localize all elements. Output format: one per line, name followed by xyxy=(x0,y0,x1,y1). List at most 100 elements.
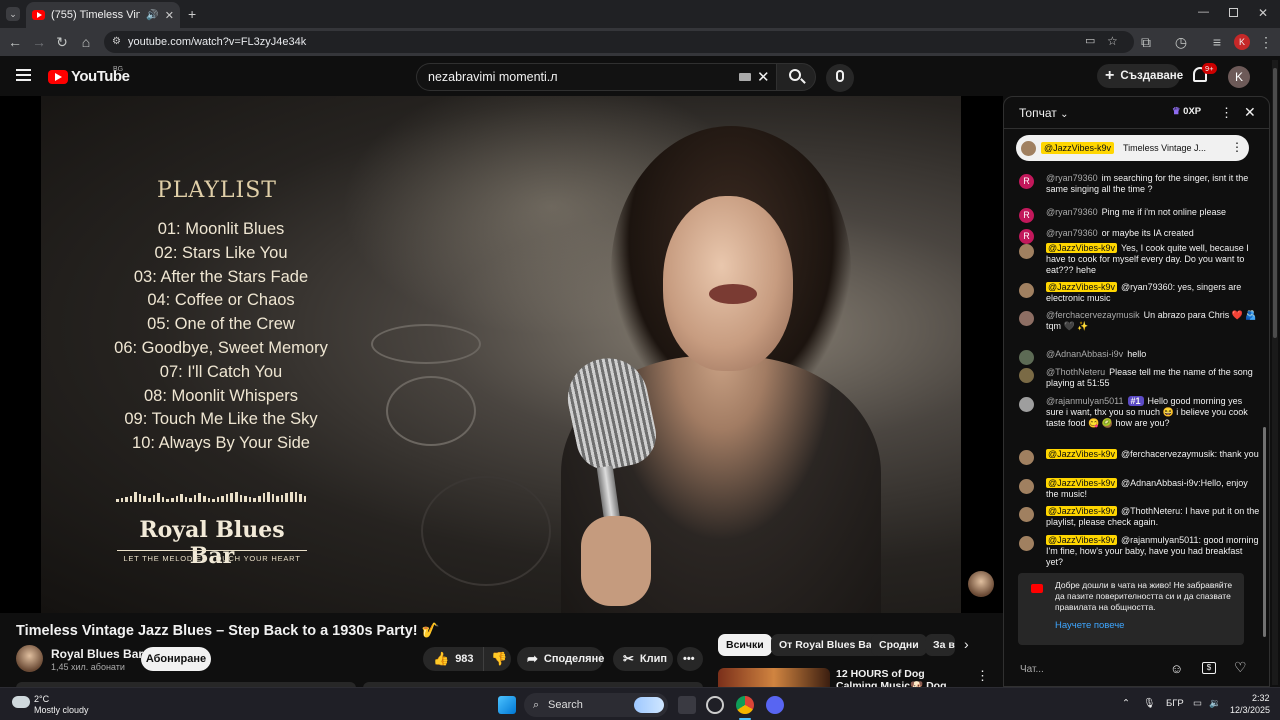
upnext-thumbnail[interactable] xyxy=(718,668,830,688)
weather-desc[interactable]: Mostly cloudy xyxy=(34,705,89,715)
super-chat-icon[interactable]: $ xyxy=(1202,662,1216,674)
chat-toggle-avatar[interactable] xyxy=(968,571,994,597)
chrome-icon[interactable] xyxy=(736,696,754,714)
tray-chevron-icon[interactable]: ⌃ xyxy=(1122,698,1130,709)
address-bar[interactable]: ⚙ youtube.com/watch?v=FL3zyJ4e34k ▭ ☆ xyxy=(104,31,1134,53)
chat-username[interactable]: @JazzVibes-k9v xyxy=(1046,535,1117,545)
chat-close-icon[interactable]: ✕ xyxy=(1244,104,1256,121)
upnext-title[interactable]: 12 HOURS of Dog Calming Music🐶 Dog Music… xyxy=(836,668,966,688)
upnext-menu-icon[interactable]: ⋮ xyxy=(976,668,989,684)
speaker-icon[interactable]: 🔊 xyxy=(146,10,158,21)
bookmark-star-icon[interactable]: ☆ xyxy=(1107,34,1118,48)
chat-username[interactable]: @ryan79360 xyxy=(1046,207,1098,217)
channel-name[interactable]: Royal Blues Bar xyxy=(51,647,143,661)
emoji-icon[interactable]: ☺ xyxy=(1170,661,1183,676)
tab-close-icon[interactable]: ✕ xyxy=(165,9,174,22)
chat-menu-icon[interactable]: ⋮ xyxy=(1220,105,1233,121)
start-icon[interactable] xyxy=(498,696,516,714)
tab-list-icon[interactable]: ⌄ xyxy=(6,7,20,21)
chat-avatar[interactable] xyxy=(1019,350,1034,365)
network-icon[interactable]: ▭ xyxy=(1193,698,1202,709)
chat-mode-dropdown[interactable]: Топчат ⌄ xyxy=(1019,106,1068,120)
chip-for-you[interactable]: За в xyxy=(925,634,955,656)
chip-from-channel[interactable]: От Royal Blues Bar xyxy=(771,634,884,656)
search-button[interactable] xyxy=(776,63,816,91)
pinned-message[interactable]: @JazzVibes-k9v Timeless Vintage J... ⋮ xyxy=(1016,135,1249,161)
chat-username[interactable]: @rajanmulyan5011 xyxy=(1046,396,1124,406)
chat-username[interactable]: @AdnanAbbasi-i9v xyxy=(1046,349,1123,359)
chips-next-icon[interactable]: › xyxy=(964,636,969,652)
chat-avatar[interactable] xyxy=(1019,479,1034,494)
window-close-icon[interactable]: ✕ xyxy=(1258,6,1268,20)
chat-username[interactable]: @ryan79360 xyxy=(1046,228,1098,238)
chat-username[interactable]: @JazzVibes-k9v xyxy=(1046,478,1117,488)
new-tab-icon[interactable]: + xyxy=(188,6,196,22)
chip-all[interactable]: Всички xyxy=(718,634,772,656)
chat-username[interactable]: @ferchacervezaymusik xyxy=(1046,310,1140,320)
heart-icon[interactable]: ♡ xyxy=(1234,659,1247,676)
youtube-logo-icon[interactable] xyxy=(48,70,68,84)
subscribe-button[interactable]: Абониране xyxy=(141,647,211,671)
weather-temp[interactable]: 2°C xyxy=(34,694,49,704)
volume-icon[interactable]: 🔉 xyxy=(1209,698,1221,709)
search-input[interactable]: nezabravimi momenti.л ✕ xyxy=(416,63,776,91)
page-scrollbar-thumb[interactable] xyxy=(1273,68,1277,338)
chat-avatar[interactable] xyxy=(1019,450,1034,465)
more-actions-button[interactable]: ••• xyxy=(677,647,703,671)
points-badge[interactable]: ♛ 0XP xyxy=(1172,106,1201,117)
reload-icon[interactable]: ↻ xyxy=(54,34,70,50)
input-language[interactable]: БГР xyxy=(1166,698,1184,709)
clock-time[interactable]: 2:32 xyxy=(1252,693,1270,703)
chat-avatar[interactable] xyxy=(1019,311,1034,326)
history-icon[interactable]: ◷ xyxy=(1173,34,1189,50)
chat-avatar[interactable] xyxy=(1019,368,1034,383)
back-icon[interactable]: ← xyxy=(7,34,23,50)
chat-username[interactable]: @JazzVibes-k9v xyxy=(1046,506,1117,516)
chat-username[interactable]: @ThothNeteru xyxy=(1046,367,1105,377)
clear-search-icon[interactable]: ✕ xyxy=(757,68,770,86)
minimize-icon[interactable]: — xyxy=(1198,6,1209,18)
weather-cloud-icon[interactable] xyxy=(12,696,30,708)
copilot-icon[interactable] xyxy=(706,696,724,714)
channel-avatar[interactable] xyxy=(16,645,43,672)
browser-tab[interactable]: (755) Timeless Vintage Jazz 🔊 ✕ xyxy=(26,2,180,28)
dislike-button[interactable]: 👎 xyxy=(483,647,511,671)
clip-button[interactable]: ✂ Клип xyxy=(613,647,673,671)
chat-avatar[interactable] xyxy=(1019,397,1034,412)
create-button[interactable]: + Създаване xyxy=(1097,64,1183,88)
site-info-icon[interactable]: ⚙ xyxy=(112,36,121,47)
chat-input[interactable]: Чат... xyxy=(1020,659,1160,681)
tray-mic-icon[interactable]: 🎙 xyxy=(1143,698,1155,709)
taskbar-search[interactable]: ⌕ Search xyxy=(524,693,668,717)
chat-avatar[interactable] xyxy=(1019,507,1034,522)
chat-avatar[interactable]: R xyxy=(1019,174,1034,189)
discord-icon[interactable] xyxy=(766,696,784,714)
like-button[interactable]: 👍 983 xyxy=(423,647,483,671)
chat-username[interactable]: @ryan79360 xyxy=(1046,173,1098,183)
chat-avatar[interactable] xyxy=(1019,536,1034,551)
chat-username[interactable]: @JazzVibes-k9v xyxy=(1046,243,1117,253)
profile-avatar[interactable]: K xyxy=(1234,34,1250,50)
hamburger-menu-icon[interactable] xyxy=(16,69,31,81)
chat-avatar[interactable] xyxy=(1019,244,1034,259)
chat-avatar[interactable]: R xyxy=(1019,229,1034,244)
chip-related[interactable]: Сродни xyxy=(871,634,927,656)
media-icon[interactable]: ≡ xyxy=(1209,34,1225,50)
learn-more-link[interactable]: Научете повече xyxy=(1055,620,1124,631)
chat-avatar[interactable]: R xyxy=(1019,208,1034,223)
task-view-icon[interactable] xyxy=(678,696,696,714)
chat-username[interactable]: @JazzVibes-k9v xyxy=(1046,282,1117,292)
chat-scrollbar[interactable] xyxy=(1263,427,1266,637)
video-player[interactable]: PLAYLIST 01: Moonlit Blues 02: Stars Like… xyxy=(41,96,961,613)
chat-avatar[interactable] xyxy=(1019,283,1034,298)
forward-icon[interactable]: → xyxy=(31,34,47,50)
keyboard-icon[interactable] xyxy=(739,73,751,81)
home-icon[interactable]: ⌂ xyxy=(78,34,94,50)
extensions-icon[interactable]: ⧉ xyxy=(1138,34,1154,50)
account-avatar[interactable]: K xyxy=(1228,66,1250,88)
chat-username[interactable]: @JazzVibes-k9v xyxy=(1046,449,1117,459)
clock-date[interactable]: 12/3/2025 xyxy=(1230,705,1270,715)
restore-icon[interactable] xyxy=(1229,8,1238,17)
voice-search-button[interactable] xyxy=(826,64,854,92)
browser-menu-icon[interactable]: ⋮ xyxy=(1258,34,1274,50)
